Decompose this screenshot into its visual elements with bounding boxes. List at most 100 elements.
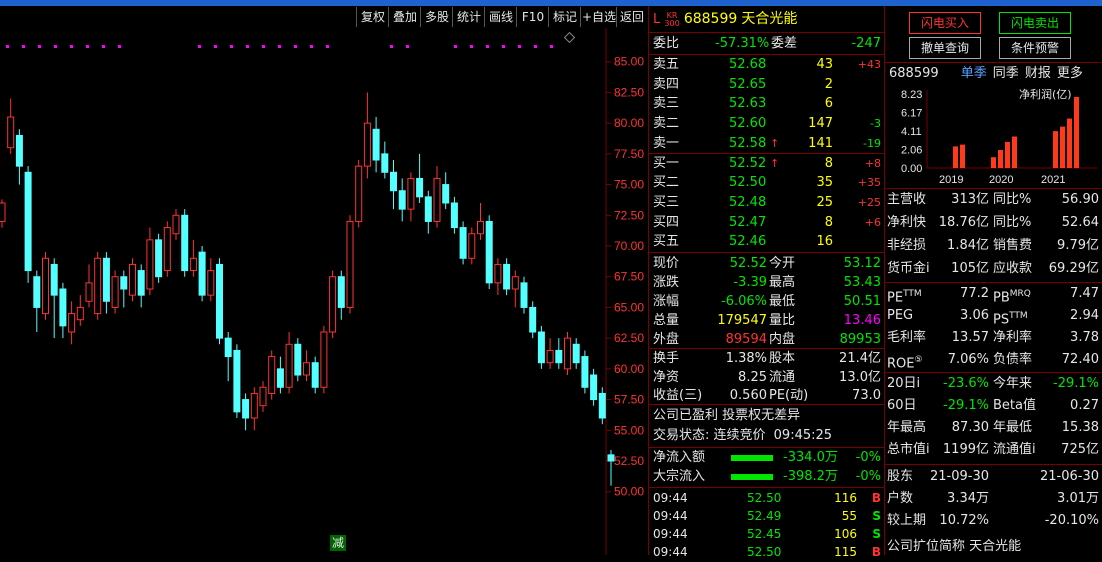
toolbar-button-4[interactable]: 画线 xyxy=(484,7,517,27)
candle-body xyxy=(15,134,23,167)
chart-toolbar: 复权 叠加 多股 统计 画线 F10 标记 +自选 返回 xyxy=(0,6,648,28)
flow-label: 净流入额 xyxy=(653,450,706,465)
candle-body xyxy=(137,270,145,296)
toolbar-button-3[interactable]: 统计 xyxy=(452,7,485,27)
price-tick-label: 60.00 xyxy=(614,362,644,376)
toolbar-button-6[interactable]: 标记 xyxy=(548,7,581,27)
indicator-dot xyxy=(214,45,217,48)
candle-body xyxy=(294,343,302,376)
info-label: 户数 xyxy=(887,491,914,506)
info-row: 净利快 18.76亿 同比% 52.64 xyxy=(887,213,1101,233)
sell-price: 52.58 xyxy=(729,135,767,151)
indicator-dot xyxy=(326,45,329,48)
candle-body xyxy=(24,171,32,272)
candle-body xyxy=(485,220,493,284)
buy-row: 买四 52.47 8 +6 xyxy=(653,213,885,233)
kline-chart-svg[interactable]: 85.00 82.50 80.00 77.50 75.00 72.50 70.00 67.50… xyxy=(0,28,648,555)
trade-button-0[interactable]: 闪电买入 xyxy=(909,12,981,34)
fin-tab-2[interactable]: 财报 xyxy=(1025,66,1051,81)
stat2-value: 1.38% xyxy=(725,351,767,366)
toolbar-button-2[interactable]: 多股 xyxy=(420,7,453,27)
toolbar-button-1[interactable]: 叠加 xyxy=(388,7,421,27)
candle-body xyxy=(285,343,293,388)
tick-time: 09:44 xyxy=(653,509,688,523)
fin-tab-3[interactable]: 更多 xyxy=(1057,66,1083,81)
indicator-dot xyxy=(278,45,281,48)
indicator-dot xyxy=(470,45,473,48)
sell-label: 卖五 xyxy=(653,57,680,72)
indicator-dot xyxy=(390,45,393,48)
tick-price: 52.50 xyxy=(747,545,782,559)
price-tick-label: 85.00 xyxy=(614,55,644,69)
candle-body xyxy=(172,214,180,235)
tick-side: B xyxy=(871,491,881,505)
info-label: Beta值 xyxy=(993,398,1036,413)
candle-body xyxy=(564,337,571,370)
candle-body xyxy=(372,128,380,161)
stat2-row: 净资 8.25 流通 13.0亿 xyxy=(653,368,885,388)
buy-row: 买五 52.46 16 xyxy=(653,232,885,252)
buy-price: 52.50 xyxy=(729,175,767,191)
trade-button-1[interactable]: 闪电卖出 xyxy=(999,12,1071,34)
info-value: 69.29亿 xyxy=(1048,261,1099,276)
toolbar-button-5[interactable]: F10 xyxy=(516,7,549,27)
candle-body xyxy=(381,153,389,173)
fin-year-label: 2020 xyxy=(989,174,1013,186)
sell-volume: 43 xyxy=(816,57,833,72)
indicator-dot xyxy=(534,45,537,48)
stat-label: 内盘 xyxy=(769,332,796,347)
price-tick-label: 57.50 xyxy=(614,393,644,407)
fin-y-label: 2.06 xyxy=(901,144,922,156)
candle-body xyxy=(416,177,424,198)
info-row: 60日 -29.1% Beta值 0.27 xyxy=(887,396,1101,416)
candle-body xyxy=(163,227,171,272)
flow-row: 净流入额 -334.0万 -0% xyxy=(653,448,885,468)
fin-tab-0[interactable]: 单季 xyxy=(961,66,987,81)
sell-row: 卖四 52.65 2 xyxy=(653,75,885,95)
info-value: -20.10% xyxy=(1044,513,1099,528)
sell-change: -19 xyxy=(863,136,881,150)
info-value: 2.94 xyxy=(1070,308,1099,323)
trade-button-3[interactable]: 条件预警 xyxy=(999,37,1071,59)
price-tick-label: 77.50 xyxy=(614,147,644,161)
flow-bar xyxy=(731,474,773,480)
candle-body xyxy=(407,177,415,210)
candle-body xyxy=(424,196,432,222)
candle-body xyxy=(320,331,328,388)
tick-row: 09:44 52.50 115 B xyxy=(653,542,885,562)
price-tick-label: 82.50 xyxy=(614,85,644,99)
buy-row: 买二 52.50 35 +35 xyxy=(653,173,885,193)
indicator-dot xyxy=(310,45,313,48)
indicator-dot xyxy=(246,45,249,48)
indicator-dot xyxy=(454,45,457,48)
toolbar-button-0[interactable]: 复权 xyxy=(356,7,389,27)
kline-chart[interactable]: 85.00 82.50 80.00 77.50 75.00 72.50 70.00 67.50… xyxy=(0,28,648,555)
price-tick-label: 52.50 xyxy=(614,454,644,468)
buy-change: +35 xyxy=(857,176,881,190)
trade-button-2[interactable]: 撤单查询 xyxy=(909,37,981,59)
level-prefix: L xyxy=(653,12,661,27)
sell-volume: 6 xyxy=(824,96,833,112)
stat-row: 涨跌 -3.39 最高 53.43 xyxy=(653,273,885,293)
reduce-marker: 减 xyxy=(332,536,344,550)
toolbar-button-8[interactable]: 返回 xyxy=(616,7,647,27)
fin-tab-1[interactable]: 同季 xyxy=(993,66,1019,81)
stat-value: 13.46 xyxy=(843,313,881,328)
weibi-value: -57.31% xyxy=(715,36,770,51)
sell-row: 卖五 52.68 43 +43 xyxy=(653,55,885,75)
stat-row: 外盘 89594 内盘 89953 xyxy=(653,330,885,350)
sell-row: 卖二 52.60 147 -3 xyxy=(653,114,885,134)
stat2-value: 0.560 xyxy=(729,388,767,403)
stat-value: 50.51 xyxy=(843,294,881,309)
profit-bar xyxy=(1005,141,1010,168)
profit-bar xyxy=(953,146,958,168)
candle-body xyxy=(555,349,563,364)
info-row: 主营收 313亿 同比% 56.90 xyxy=(887,190,1101,210)
price-tick-label: 75.00 xyxy=(614,178,644,192)
indicator-dot xyxy=(502,45,505,48)
tick-price: 52.45 xyxy=(747,527,782,541)
toolbar-button-7[interactable]: +自选 xyxy=(580,7,617,27)
tick-side: B xyxy=(871,545,881,559)
info-label: 20日i xyxy=(887,376,921,391)
info-label: 毛利率 xyxy=(887,330,927,345)
